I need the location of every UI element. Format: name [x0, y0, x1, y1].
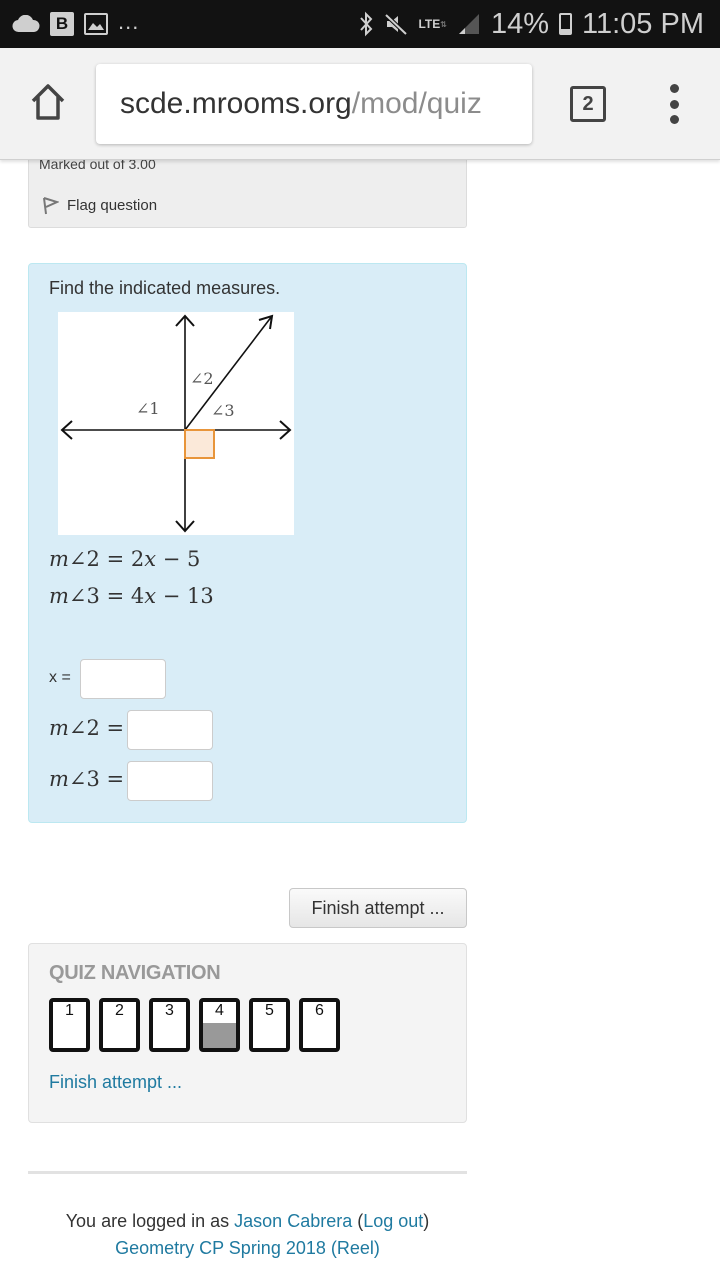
- flag-question-label: Flag question: [67, 196, 158, 214]
- url-host: scde.mrooms.org: [120, 87, 352, 120]
- question-nav-button-4[interactable]: 4: [199, 998, 240, 1052]
- finish-attempt-button[interactable]: Finish attempt ...: [289, 888, 467, 928]
- angle-3-answer-input[interactable]: [127, 761, 213, 801]
- x-answer-input[interactable]: [80, 659, 166, 699]
- question-number: 4: [215, 1002, 224, 1019]
- eq-tail: − 13: [156, 584, 214, 608]
- menu-dot-icon: [669, 99, 679, 109]
- url-path: /mod/quiz: [351, 87, 482, 120]
- angle-diagram: ∠1 ∠2 ∠3: [58, 312, 294, 535]
- question-nav-button-6[interactable]: 6: [299, 998, 340, 1052]
- eq-tail: − 5: [156, 547, 201, 571]
- status-bar: B ... LTE ⇅ 14% 11:05 PM: [0, 0, 720, 48]
- x-label: x =: [49, 669, 71, 686]
- question-box: Find the indicated measures. ∠1 ∠2 ∠3 m∠…: [28, 263, 467, 823]
- login-info: You are logged in as Jason Cabrera (Log …: [65, 1211, 430, 1231]
- eq-m: m: [49, 584, 69, 608]
- angle-2-answer-input[interactable]: [127, 710, 213, 750]
- question-number: 6: [315, 1002, 324, 1019]
- image-icon: [84, 13, 108, 35]
- quiz-navigation-title: QUIZ NAVIGATION: [49, 962, 221, 984]
- menu-dot-icon: [669, 84, 679, 93]
- tab-switcher-button[interactable]: 2: [570, 86, 606, 122]
- logged-in-text: You are logged in as: [65, 1211, 235, 1231]
- question-prompt: Find the indicated measures.: [49, 278, 281, 298]
- eq-angle: ∠3: [68, 584, 100, 608]
- question-number: 3: [165, 1002, 174, 1019]
- question-nav-button-1[interactable]: 1: [49, 998, 90, 1052]
- question-nav-button-3[interactable]: 3: [149, 998, 190, 1052]
- question-number: 2: [115, 1002, 124, 1019]
- question-nav-button-5[interactable]: 5: [249, 998, 290, 1052]
- cloud-icon: [12, 15, 40, 33]
- course-link[interactable]: Geometry CP Spring 2018 (Reel): [115, 1238, 380, 1258]
- equation-angle-3: m∠3 = 4x − 13: [49, 584, 214, 608]
- angle-3-answer-label: m∠3 =: [49, 767, 124, 791]
- angle-2-label: ∠2: [190, 369, 214, 388]
- eq-rhs: = 4: [106, 584, 145, 608]
- home-icon: [31, 84, 65, 120]
- question-number: 5: [265, 1002, 274, 1019]
- signal-icon: [457, 12, 481, 36]
- eq-var: x: [144, 584, 157, 608]
- right-angle-marker: [184, 429, 215, 459]
- eq-var: x: [144, 547, 157, 571]
- browser-toolbar: scde.mrooms.org/mod/quiz 2: [0, 48, 720, 160]
- network-type: LTE: [418, 16, 441, 31]
- label-angle: ∠2 =: [68, 716, 125, 740]
- url-bar[interactable]: scde.mrooms.org/mod/quiz: [96, 64, 532, 144]
- label-angle: ∠3 =: [68, 767, 125, 791]
- logout-link[interactable]: Log out: [363, 1211, 423, 1231]
- flag-icon: [43, 197, 59, 215]
- mute-icon: [384, 12, 408, 36]
- question-number: 1: [65, 1002, 74, 1019]
- question-nav-button-2[interactable]: 2: [99, 998, 140, 1052]
- flag-question-link[interactable]: Flag question: [41, 195, 157, 215]
- menu-dot-icon: [669, 115, 679, 124]
- home-button[interactable]: [28, 82, 68, 122]
- battery-icon: [559, 13, 573, 35]
- angle-3-label: ∠3: [211, 401, 235, 420]
- answered-fill: [203, 1022, 236, 1048]
- angle-2-answer-label: m∠2 =: [49, 716, 124, 740]
- label-m: m: [49, 767, 69, 791]
- clock: 11:05 PM: [582, 7, 704, 40]
- label-m: m: [49, 716, 69, 740]
- finish-attempt-link[interactable]: Finish attempt ...: [49, 1072, 182, 1093]
- eq-m: m: [49, 547, 69, 571]
- angle-1-label: ∠1: [136, 399, 160, 418]
- overflow-menu-button[interactable]: [664, 84, 684, 124]
- footer-divider: [28, 1171, 467, 1174]
- battery-percent: 14%: [490, 7, 550, 40]
- footer: You are logged in as Jason Cabrera (Log …: [28, 1208, 467, 1262]
- user-profile-link[interactable]: Jason Cabrera: [234, 1211, 352, 1231]
- eq-rhs: = 2: [106, 547, 145, 571]
- question-buttons: 1 2 3 4 5 6: [49, 998, 340, 1052]
- quiz-navigation-block: QUIZ NAVIGATION 1 2 3 4 5 6 Finish attempt ..…: [28, 943, 467, 1123]
- equation-angle-2: m∠2 = 2x − 5: [49, 547, 200, 571]
- eq-angle: ∠2: [68, 547, 100, 571]
- bluetooth-icon: [358, 11, 374, 37]
- lte-icon: LTE ⇅: [418, 16, 447, 31]
- b-app-icon: B: [50, 12, 74, 36]
- more-notifications-icon: ...: [118, 9, 140, 34]
